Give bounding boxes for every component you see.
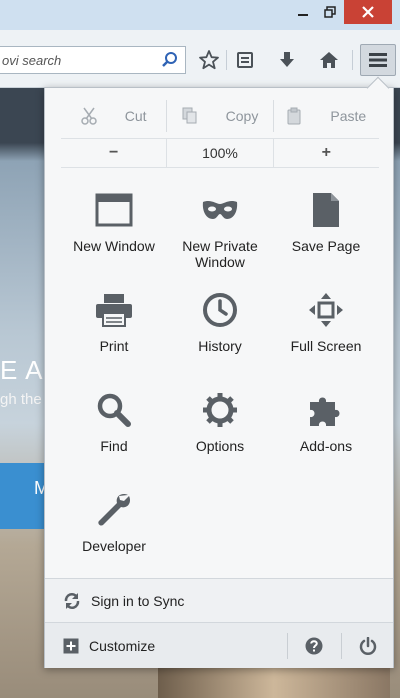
restore-button[interactable] <box>316 0 344 24</box>
bookmark-star-button[interactable] <box>196 47 222 73</box>
new-private-window-button[interactable]: New Private Window <box>167 190 273 270</box>
hamburger-icon <box>369 53 387 67</box>
developer-button[interactable]: Developer <box>61 490 167 554</box>
window-icon <box>94 190 134 230</box>
magnifier-icon <box>94 390 134 430</box>
scissors-icon <box>81 107 97 125</box>
download-arrow-icon <box>280 52 294 67</box>
copy-label: Copy <box>225 108 259 124</box>
options-label: Options <box>195 438 245 454</box>
printer-icon <box>94 290 134 330</box>
search-input[interactable] <box>0 47 150 73</box>
new-private-window-label: New Private Window <box>182 238 258 270</box>
paste-label: Paste <box>330 108 367 124</box>
puzzle-icon <box>306 390 346 430</box>
search-box <box>0 46 186 74</box>
close-button[interactable] <box>344 0 392 24</box>
cut-button[interactable]: Cut <box>61 100 168 132</box>
clock-icon <box>200 290 240 330</box>
copy-button[interactable]: Copy <box>167 100 274 132</box>
save-page-label: Save Page <box>291 238 361 254</box>
plus-box-icon <box>63 638 79 653</box>
sign-in-sync-button[interactable]: Sign in to Sync <box>45 578 393 622</box>
find-label: Find <box>100 438 128 454</box>
fullscreen-icon <box>306 290 346 330</box>
restore-icon <box>324 6 336 18</box>
star-icon <box>199 50 219 70</box>
minimize-button[interactable] <box>290 0 316 24</box>
zoom-controls: − 100% + <box>61 138 379 168</box>
customize-bar: Customize <box>45 622 393 668</box>
copy-icon <box>182 107 197 124</box>
print-button[interactable]: Print <box>61 290 167 354</box>
application-menu-panel: Cut Copy Paste − 100% + New Window New P… <box>44 87 394 668</box>
gear-icon <box>200 390 240 430</box>
close-icon <box>362 6 374 18</box>
zoom-out-button[interactable]: − <box>61 139 168 167</box>
edit-controls: Cut Copy Paste <box>61 100 379 132</box>
navigation-toolbar <box>0 30 400 88</box>
customize-label: Customize <box>89 637 156 654</box>
print-label: Print <box>99 338 129 354</box>
minimize-icon <box>298 14 308 16</box>
wrench-icon <box>94 490 134 530</box>
search-icon[interactable] <box>161 51 179 74</box>
full-screen-button[interactable]: Full Screen <box>273 290 379 354</box>
paste-button[interactable]: Paste <box>274 100 379 132</box>
downloads-button[interactable] <box>274 47 300 73</box>
cut-label: Cut <box>124 108 147 124</box>
background-subline: gh the <box>0 391 42 408</box>
history-button[interactable]: History <box>167 290 273 354</box>
sync-label: Sign in to Sync <box>91 592 185 609</box>
help-button[interactable] <box>299 633 329 659</box>
window-titlebar <box>0 0 400 30</box>
developer-label: Developer <box>82 538 146 554</box>
bookmarks-button[interactable] <box>232 47 258 73</box>
power-icon <box>359 637 377 655</box>
help-icon <box>305 637 323 655</box>
mask-icon <box>200 190 240 230</box>
home-button[interactable] <box>316 47 342 73</box>
add-ons-button[interactable]: Add-ons <box>273 390 379 454</box>
add-ons-label: Add-ons <box>299 438 353 454</box>
bookmarks-list-icon <box>237 52 253 68</box>
options-button[interactable]: Options <box>167 390 273 454</box>
page-icon <box>306 190 346 230</box>
zoom-reset-button[interactable]: 100% <box>167 139 274 167</box>
save-page-button[interactable]: Save Page <box>273 190 379 254</box>
new-window-label: New Window <box>73 238 155 254</box>
history-label: History <box>198 338 242 354</box>
new-window-button[interactable]: New Window <box>61 190 167 254</box>
find-button[interactable]: Find <box>61 390 167 454</box>
sync-icon <box>64 592 80 609</box>
zoom-in-button[interactable]: + <box>274 139 379 167</box>
customize-button[interactable]: Customize <box>63 638 155 654</box>
clipboard-icon <box>287 107 301 125</box>
full-screen-label: Full Screen <box>290 338 362 354</box>
home-icon <box>320 52 338 68</box>
quit-button[interactable] <box>353 633 383 659</box>
open-menu-button[interactable] <box>360 44 396 76</box>
